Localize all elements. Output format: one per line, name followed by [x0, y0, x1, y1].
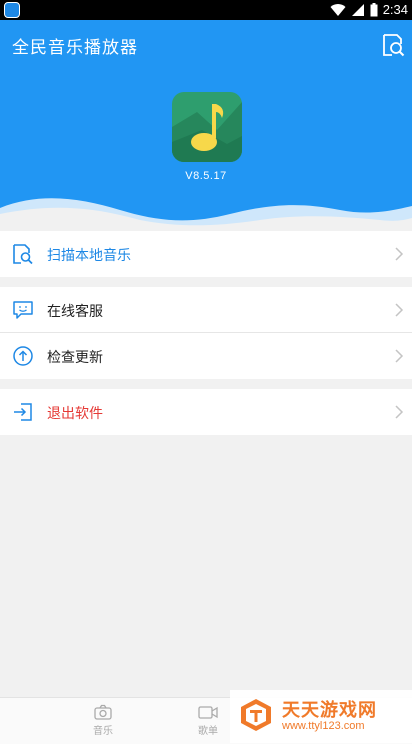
menu-label-scan: 扫描本地音乐 [47, 247, 131, 263]
battery-icon [370, 3, 378, 17]
menu-item-online-service[interactable]: 在线客服 [0, 287, 412, 333]
hero-banner: V8.5.17 [0, 70, 412, 230]
chevron-right-icon [395, 303, 404, 317]
scan-card: 扫描本地音乐 [0, 231, 412, 277]
chevron-right-icon [395, 247, 404, 261]
wifi-icon [330, 4, 346, 17]
camera-icon [94, 704, 112, 720]
app-logo [172, 92, 242, 162]
app-title: 全民音乐播放器 [12, 38, 138, 57]
support-card: 在线客服 检查更新 [0, 287, 412, 379]
watermark: 天天游戏网 www.ttyl123.com [230, 690, 412, 743]
chat-service-icon [13, 301, 33, 319]
watermark-title: 天天游戏网 [282, 700, 377, 720]
tab-playlist[interactable]: 歌单 [188, 704, 228, 737]
menu-item-check-update[interactable]: 检查更新 [0, 333, 412, 379]
signal-icon [351, 4, 364, 16]
menu-label-service: 在线客服 [47, 303, 103, 319]
menu-label-exit: 退出软件 [47, 405, 103, 421]
scan-search-icon[interactable] [380, 32, 406, 58]
scan-music-icon [13, 244, 33, 265]
status-icons: 2:34 [330, 2, 408, 18]
menu-item-scan-local-music[interactable]: 扫描本地音乐 [0, 231, 412, 277]
watermark-url: www.ttyl123.com [282, 720, 365, 732]
chevron-right-icon [395, 405, 404, 419]
app-bar: 全民音乐播放器 [0, 20, 412, 70]
video-icon [198, 706, 218, 719]
notification-app-icon [4, 2, 20, 18]
update-arrow-icon [13, 346, 33, 366]
menu-item-exit[interactable]: 退出软件 [0, 389, 412, 435]
music-note-icon [172, 102, 242, 162]
exit-card: 退出软件 [0, 389, 412, 435]
status-bar: 2:34 [0, 0, 412, 20]
exit-icon [14, 403, 32, 421]
tab-music-label: 音乐 [93, 726, 113, 737]
menu-label-update: 检查更新 [47, 349, 103, 365]
watermark-logo-icon [241, 699, 271, 731]
chevron-right-icon [395, 349, 404, 363]
status-time: 2:34 [382, 2, 408, 17]
tab-playlist-label: 歌单 [198, 726, 218, 737]
hero-wave [0, 198, 412, 230]
tab-music[interactable]: 音乐 [83, 704, 123, 737]
